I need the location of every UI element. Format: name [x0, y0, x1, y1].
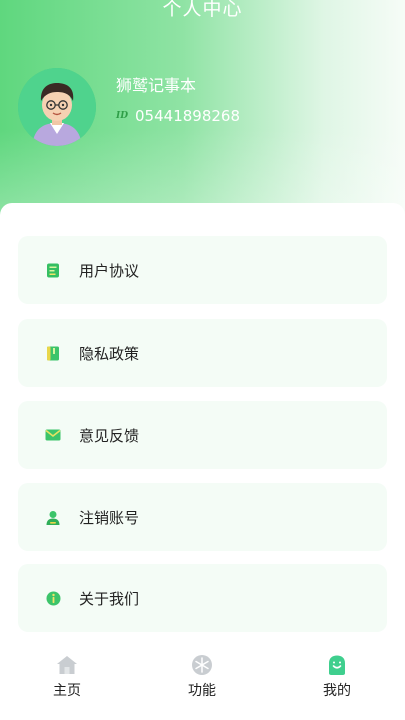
menu-item-cancel-account[interactable]: 注销账号 — [18, 483, 387, 551]
tab-mine[interactable]: 我的 — [297, 654, 377, 700]
id-tag: ID — [116, 111, 129, 121]
menu-item-label: 关于我们 — [79, 589, 140, 608]
menu-item-user-agreement[interactable]: 用户协议 — [18, 236, 387, 304]
menu-item-feedback[interactable]: 意见反馈 — [18, 401, 387, 469]
info-icon — [45, 590, 61, 606]
page-title: 个人中心 — [162, 0, 243, 20]
tab-label: 功能 — [188, 683, 216, 699]
user-id-row: ID 05441898268 — [116, 107, 240, 125]
user-id: 05441898268 — [135, 107, 240, 125]
bottom-tab-bar: 主页 功能 我的 — [0, 648, 405, 720]
menu-item-label: 注销账号 — [79, 508, 140, 527]
mail-icon — [45, 427, 61, 443]
menu-item-privacy-policy[interactable]: 隐私政策 — [18, 319, 387, 387]
home-icon — [56, 654, 78, 676]
menu-item-label: 隐私政策 — [79, 344, 140, 363]
tab-functions[interactable]: 功能 — [162, 654, 242, 700]
avatar-image — [18, 68, 96, 146]
profile-icon — [326, 654, 348, 676]
menu-item-label: 用户协议 — [79, 261, 140, 280]
book-icon — [45, 345, 61, 361]
user-name: 狮鹫记事本 — [116, 76, 197, 95]
snowflake-icon — [191, 654, 213, 676]
person-icon — [45, 509, 61, 525]
avatar[interactable] — [18, 68, 96, 146]
tab-label: 我的 — [323, 683, 351, 699]
tab-label: 主页 — [53, 683, 81, 699]
tab-home[interactable]: 主页 — [27, 654, 107, 700]
document-icon — [45, 262, 61, 278]
menu-item-label: 意见反馈 — [79, 426, 140, 445]
menu-item-about-us[interactable]: 关于我们 — [18, 564, 387, 632]
